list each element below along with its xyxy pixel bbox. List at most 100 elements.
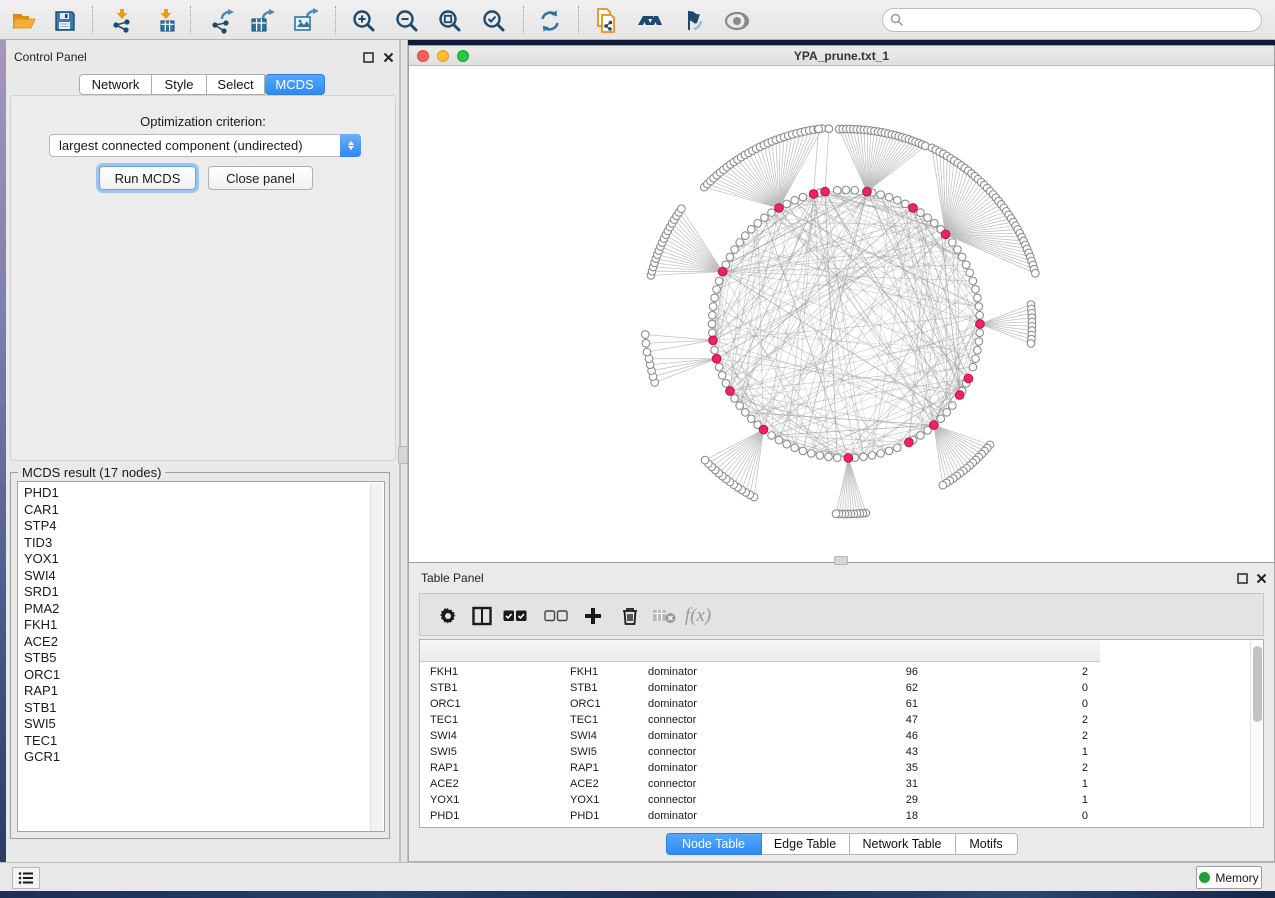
graph-node[interactable] (731, 246, 739, 254)
graph-node[interactable] (972, 286, 980, 294)
delete-rows-icon[interactable] (615, 602, 645, 629)
graph-node[interactable] (815, 125, 823, 133)
table-cell[interactable]: dominator (638, 680, 784, 696)
graph-node[interactable] (713, 286, 721, 294)
table-cell[interactable]: dominator (638, 728, 784, 744)
graph-node[interactable] (893, 196, 901, 204)
table-scrollbar-thumb[interactable] (1253, 646, 1262, 722)
mcds-result-item[interactable]: CAR1 (24, 502, 384, 519)
graph-node[interactable] (868, 452, 876, 460)
graph-node[interactable] (736, 239, 744, 247)
table-cell[interactable]: 47 (784, 712, 930, 728)
graph-node[interactable] (708, 311, 716, 319)
graph-node[interactable] (931, 219, 939, 227)
mcds-result-item[interactable]: STP4 (24, 518, 384, 535)
graph-node[interactable] (943, 409, 951, 417)
table-cell[interactable]: connector (638, 744, 784, 760)
table-row[interactable]: RAP1RAP1dominator352 (420, 760, 1252, 776)
graph-node[interactable] (832, 510, 840, 518)
table-cell[interactable]: connector (638, 776, 784, 792)
mcds-result-item[interactable]: ORC1 (24, 667, 384, 684)
graph-node[interactable] (851, 186, 859, 194)
table-cell[interactable]: SWI5 (420, 744, 560, 760)
graph-node[interactable] (1032, 269, 1040, 277)
table-cell[interactable]: SWI4 (420, 728, 560, 744)
network-canvas[interactable] (409, 66, 1274, 562)
graph-node[interactable] (901, 200, 909, 208)
apply-function-icon[interactable]: f(x) (683, 602, 713, 629)
tab-motifs[interactable]: Motifs (956, 833, 1018, 855)
mcds-result-item[interactable]: TID3 (24, 535, 384, 552)
table-cell[interactable]: dominator (638, 808, 784, 824)
table-cell[interactable]: RAP1 (420, 760, 560, 776)
graph-node[interactable] (975, 303, 983, 311)
graph-node[interactable] (842, 186, 850, 194)
import-network-icon[interactable] (107, 7, 137, 34)
tab-style[interactable]: Style (152, 74, 207, 95)
tab-mcds[interactable]: MCDS (265, 74, 325, 95)
table-cell[interactable]: FKH1 (560, 664, 638, 680)
graph-node[interactable] (761, 214, 769, 222)
deselect-all-checks-icon[interactable] (541, 602, 571, 629)
graph-node[interactable] (701, 456, 709, 464)
select-all-checks-icon[interactable] (500, 602, 530, 629)
table-cell[interactable]: dominator (638, 760, 784, 776)
graph-node[interactable] (741, 409, 749, 417)
table-cell[interactable]: PHD1 (560, 808, 638, 824)
table-cell[interactable]: 96 (784, 664, 930, 680)
mcds-result-item[interactable]: YOX1 (24, 551, 384, 568)
graph-node[interactable] (722, 379, 730, 387)
graph-node[interactable] (1027, 340, 1035, 348)
table-row[interactable]: ORC1ORC1dominator610 (420, 696, 1252, 712)
table-row[interactable]: PHD1PHD1dominator180 (420, 808, 1252, 824)
graph-node[interactable] (833, 186, 841, 194)
table-cell[interactable]: 1 (930, 744, 1100, 760)
table-cell[interactable]: ORC1 (560, 696, 638, 712)
graph-node[interactable] (754, 219, 762, 227)
mcds-graph-node[interactable] (930, 421, 939, 430)
table-cell[interactable]: 43 (784, 744, 930, 760)
table-row[interactable]: YOX1YOX1connector291 (420, 792, 1252, 808)
graph-node[interactable] (731, 395, 739, 403)
graph-node[interactable] (718, 371, 726, 379)
mcds-graph-node[interactable] (955, 391, 964, 400)
table-cell[interactable]: 0 (930, 808, 1100, 824)
graph-node[interactable] (974, 294, 982, 302)
table-cell[interactable]: dominator (638, 664, 784, 680)
graph-node[interactable] (833, 454, 841, 462)
table-cell[interactable]: 35 (784, 760, 930, 776)
graph-node[interactable] (711, 294, 719, 302)
graph-node[interactable] (877, 191, 885, 199)
table-cell[interactable]: RAP1 (560, 760, 638, 776)
tab-node-table[interactable]: Node Table (666, 833, 762, 855)
graph-node[interactable] (825, 453, 833, 461)
float-panel-icon[interactable] (363, 50, 374, 68)
table-cell[interactable]: 0 (930, 680, 1100, 696)
graph-node[interactable] (791, 196, 799, 204)
mcds-graph-node[interactable] (844, 454, 853, 463)
mcds-result-list[interactable]: PHD1CAR1STP4TID3YOX1SWI4SRD1PMA2FKH1ACE2… (17, 481, 385, 832)
table-cell[interactable]: YOX1 (420, 792, 560, 808)
mcds-graph-node[interactable] (863, 187, 872, 196)
table-cell[interactable]: dominator (638, 696, 784, 712)
table-cell[interactable]: 1 (930, 792, 1100, 808)
mcds-graph-node[interactable] (905, 438, 914, 447)
graph-node[interactable] (949, 239, 957, 247)
table-row[interactable]: ACE2ACE2connector311 (420, 776, 1252, 792)
table-cell[interactable]: 31 (784, 776, 930, 792)
table-cell[interactable]: 1 (930, 776, 1100, 792)
table-scrollbar[interactable] (1250, 640, 1263, 827)
open-file-icon[interactable] (9, 7, 39, 34)
graph-node[interactable] (791, 444, 799, 452)
graph-node[interactable] (954, 246, 962, 254)
add-row-icon[interactable] (578, 602, 608, 629)
graphics-details-icon[interactable] (678, 7, 708, 34)
mcds-graph-node[interactable] (712, 354, 721, 363)
mcds-graph-node[interactable] (726, 387, 735, 396)
table-cell[interactable]: connector (638, 792, 784, 808)
mcds-result-item[interactable]: STB5 (24, 650, 384, 667)
graph-node[interactable] (972, 355, 980, 363)
graph-node[interactable] (799, 193, 807, 201)
graph-node[interactable] (917, 209, 925, 217)
float-table-panel-icon[interactable] (1237, 571, 1248, 589)
